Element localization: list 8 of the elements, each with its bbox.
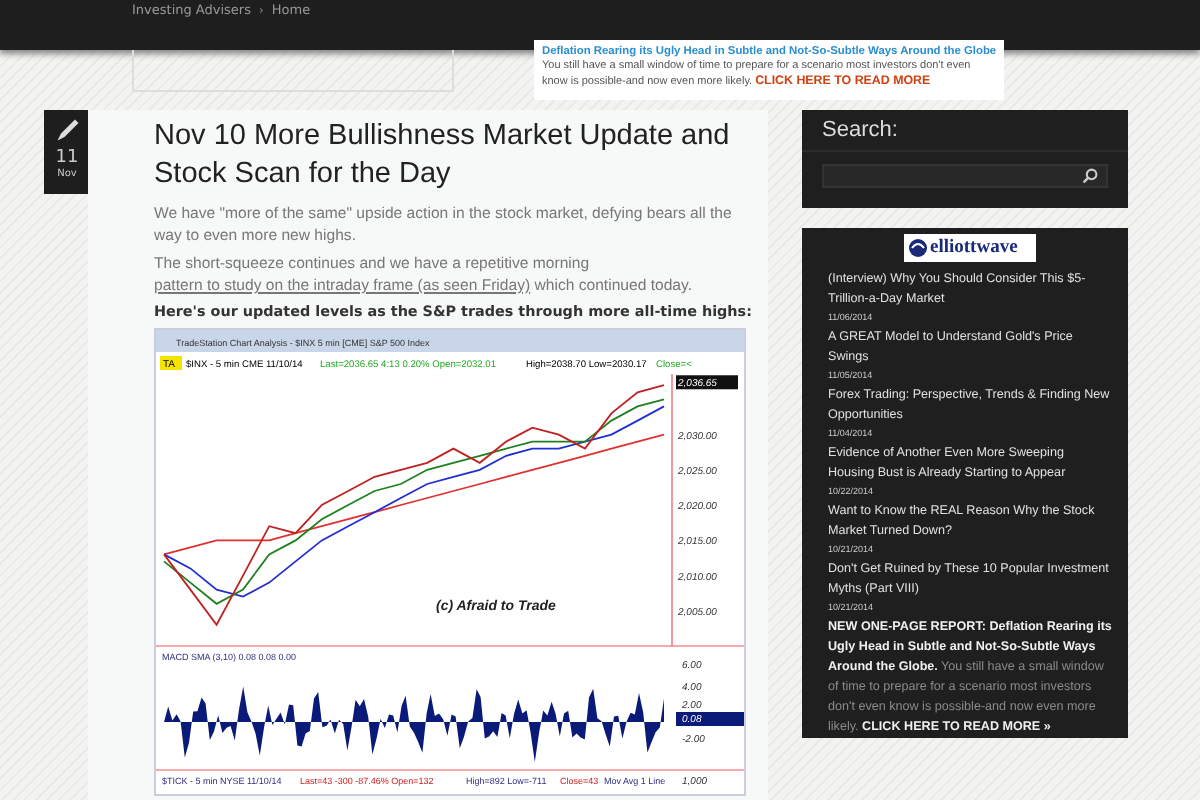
date-day: 11 (55, 148, 79, 168)
pen-icon (53, 116, 81, 144)
post-title[interactable]: Nov 10 More Bullishness Market Update and Stock Scan for the Day (154, 118, 756, 194)
ad-banner[interactable] (534, 40, 1004, 100)
search-icon[interactable] (1082, 168, 1098, 184)
search-field[interactable] (822, 164, 1108, 188)
search-title: Search: (802, 110, 1128, 152)
elliottwave-logo: elliottwave (904, 234, 1036, 262)
